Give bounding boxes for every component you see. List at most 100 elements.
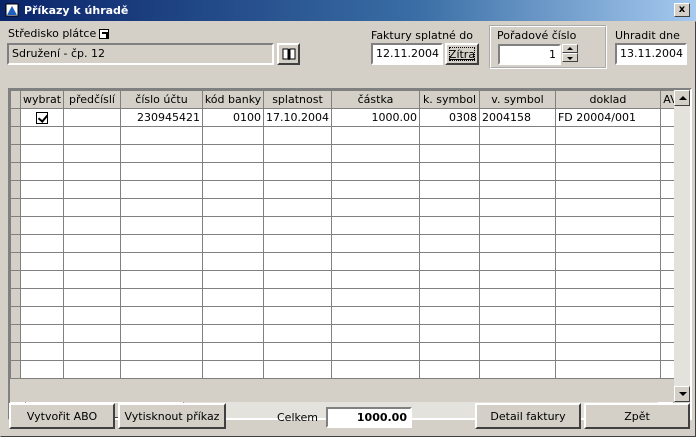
table-cell[interactable]	[478, 270, 556, 289]
browse-button[interactable]	[277, 43, 300, 65]
table-cell[interactable]: 2004158	[478, 108, 556, 127]
table-cell[interactable]: 0100	[202, 108, 264, 127]
table-cell[interactable]	[263, 198, 332, 217]
row-indicator[interactable]	[10, 144, 21, 163]
table-cell[interactable]	[554, 360, 661, 379]
column-header[interactable]: k. symbol	[418, 90, 480, 109]
zitra-button[interactable]: Zítra	[445, 43, 479, 65]
table-cell[interactable]	[63, 306, 121, 325]
table-cell[interactable]	[202, 288, 264, 307]
table-cell[interactable]	[63, 144, 121, 163]
table-cell[interactable]	[63, 108, 121, 127]
table-cell[interactable]	[330, 324, 420, 343]
table-cell[interactable]	[20, 162, 64, 181]
table-cell[interactable]	[202, 342, 264, 361]
spin-up-button[interactable]	[562, 44, 578, 53]
table-cell[interactable]	[63, 252, 121, 271]
table-row-empty[interactable]	[10, 198, 681, 217]
table-cell[interactable]	[63, 288, 121, 307]
table-row[interactable]: 230945421 0100 17.10.2004 1000.00 0308 2…	[10, 108, 681, 127]
row-indicator[interactable]	[10, 306, 21, 325]
table-row-empty[interactable]	[10, 126, 681, 145]
table-cell[interactable]	[263, 360, 332, 379]
vytisknout-prikaz-button[interactable]: Vytisknout příkaz	[118, 403, 226, 429]
column-header[interactable]: kód banky	[202, 90, 264, 109]
table-cell[interactable]	[418, 234, 480, 253]
table-cell[interactable]	[478, 180, 556, 199]
table-cell[interactable]	[330, 360, 420, 379]
table-cell[interactable]	[202, 270, 264, 289]
table-cell[interactable]	[20, 342, 64, 361]
table-cell[interactable]	[120, 126, 203, 145]
table-cell[interactable]	[202, 324, 264, 343]
table-cell[interactable]	[554, 270, 661, 289]
table-cell[interactable]	[418, 144, 480, 163]
table-cell[interactable]	[120, 306, 203, 325]
table-cell[interactable]	[263, 162, 332, 181]
table-cell[interactable]	[330, 216, 420, 235]
table-cell[interactable]	[202, 360, 264, 379]
table-cell[interactable]: 0308	[418, 108, 480, 127]
table-cell[interactable]	[418, 180, 480, 199]
table-cell[interactable]	[330, 270, 420, 289]
row-indicator[interactable]	[10, 108, 21, 127]
table-cell[interactable]	[330, 126, 420, 145]
poradove-spinner[interactable]	[562, 44, 578, 64]
table-cell[interactable]	[20, 306, 64, 325]
table-cell[interactable]	[478, 252, 556, 271]
table-cell[interactable]	[63, 198, 121, 217]
column-header[interactable]: wybrat	[20, 90, 64, 109]
row-indicator[interactable]	[10, 360, 21, 379]
table-cell[interactable]	[263, 288, 332, 307]
table-row-empty[interactable]	[10, 234, 681, 253]
table-cell[interactable]	[478, 288, 556, 307]
table-cell[interactable]: 1000.00	[330, 108, 420, 127]
table-cell[interactable]	[63, 360, 121, 379]
table-cell[interactable]	[120, 162, 203, 181]
table-cell[interactable]	[554, 306, 661, 325]
table-cell[interactable]	[418, 198, 480, 217]
table-cell[interactable]	[554, 342, 661, 361]
table-cell[interactable]	[20, 180, 64, 199]
payments-grid[interactable]: wybrat předčíslí číslo účtu kód banky sp…	[8, 88, 692, 420]
table-cell[interactable]	[330, 342, 420, 361]
table-cell[interactable]	[263, 216, 332, 235]
poradove-field[interactable]: 1	[498, 44, 561, 65]
table-cell[interactable]	[263, 270, 332, 289]
row-indicator[interactable]	[10, 324, 21, 343]
table-cell[interactable]: FD 20004/001	[554, 108, 661, 127]
table-cell[interactable]	[20, 216, 64, 235]
zpet-button[interactable]: Zpět	[584, 403, 690, 429]
table-cell[interactable]	[418, 162, 480, 181]
table-cell[interactable]	[63, 324, 121, 343]
table-cell[interactable]	[263, 306, 332, 325]
checkbox-checked-icon[interactable]	[36, 112, 48, 124]
row-indicator[interactable]	[10, 234, 21, 253]
table-row-empty[interactable]	[10, 216, 681, 235]
table-row-empty[interactable]	[10, 360, 681, 379]
table-cell[interactable]	[20, 252, 64, 271]
uhradit-date-field[interactable]: 13.11.2004	[615, 43, 687, 65]
table-row-empty[interactable]	[10, 342, 681, 361]
table-cell[interactable]	[418, 252, 480, 271]
row-indicator[interactable]	[10, 162, 21, 181]
table-cell[interactable]	[120, 216, 203, 235]
vytvorit-abo-button[interactable]: Vytvořit ABO	[9, 403, 115, 429]
table-cell[interactable]	[120, 180, 203, 199]
table-cell[interactable]: 230945421	[120, 108, 203, 127]
table-cell[interactable]	[418, 324, 480, 343]
table-cell[interactable]	[418, 270, 480, 289]
table-cell[interactable]	[202, 252, 264, 271]
row-indicator[interactable]	[10, 198, 21, 217]
table-cell[interactable]	[330, 198, 420, 217]
table-cell[interactable]	[202, 306, 264, 325]
row-indicator[interactable]	[10, 180, 21, 199]
table-cell[interactable]	[120, 144, 203, 163]
select-checkbox-cell[interactable]	[20, 108, 64, 127]
table-cell[interactable]	[202, 234, 264, 253]
table-cell[interactable]	[478, 306, 556, 325]
row-indicator[interactable]	[10, 270, 21, 289]
table-cell[interactable]	[554, 162, 661, 181]
table-cell[interactable]	[63, 342, 121, 361]
faktury-date-field[interactable]: 12.11.2004	[371, 43, 443, 65]
